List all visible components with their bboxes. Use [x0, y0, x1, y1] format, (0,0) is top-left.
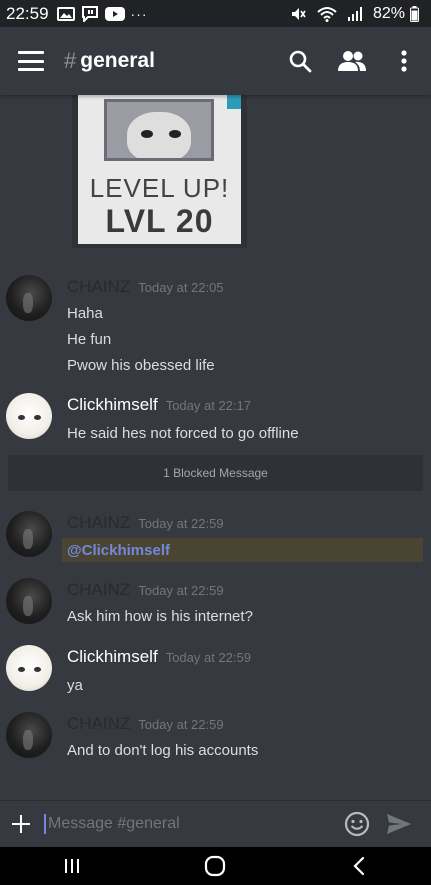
avatar[interactable] — [6, 578, 52, 624]
message-input-bar — [0, 800, 431, 847]
add-attachment-icon[interactable] — [10, 813, 32, 835]
message-text: He said hes not forced to go offline — [67, 425, 299, 442]
menu-icon[interactable] — [18, 51, 44, 71]
home-icon[interactable] — [195, 851, 235, 881]
status-bar: 22:59 ··· 82% — [0, 0, 431, 27]
avatar[interactable] — [6, 393, 52, 439]
message-text: Pwow his obessed life — [67, 357, 215, 374]
hash-icon: # — [64, 48, 77, 73]
system-nav-bar — [0, 847, 431, 885]
send-icon[interactable] — [384, 809, 414, 839]
author-name[interactable]: Clickhimself — [67, 647, 158, 667]
blocked-message-bar[interactable]: 1 Blocked Message — [8, 455, 423, 491]
message-input-wrapper[interactable] — [44, 809, 334, 839]
youtube-icon — [104, 6, 125, 21]
message-text: Haha — [67, 305, 103, 322]
avatar[interactable] — [6, 645, 52, 691]
message-list[interactable]: LEVEL UP! LVL 20 CHAINZ Today at 22:05 H… — [0, 95, 431, 800]
timestamp: Today at 22:05 — [138, 280, 224, 295]
avatar[interactable] — [6, 511, 52, 557]
app-bar: # general — [0, 27, 431, 95]
search-icon[interactable] — [285, 46, 315, 76]
level-number-text: LVL 20 — [105, 203, 214, 239]
author-name[interactable]: CHAINZ — [67, 714, 130, 734]
battery-level: 82% — [372, 4, 405, 22]
avatar[interactable] — [6, 275, 52, 321]
channel-name: general — [80, 49, 155, 72]
battery-icon — [410, 5, 419, 22]
more-vert-icon[interactable] — [389, 46, 419, 76]
author-name[interactable]: CHAINZ — [67, 277, 130, 297]
user-mention[interactable]: @Clickhimself — [67, 542, 170, 559]
timestamp: Today at 22:59 — [165, 650, 251, 665]
avatar[interactable] — [6, 712, 52, 758]
back-icon[interactable] — [339, 851, 379, 881]
timestamp: Today at 22:59 — [138, 717, 224, 732]
author-name[interactable]: CHAINZ — [67, 513, 130, 533]
blocked-message-label: 1 Blocked Message — [163, 466, 268, 480]
emoji-icon[interactable] — [342, 809, 372, 839]
message-text: ya — [67, 677, 83, 694]
author-name[interactable]: CHAINZ — [67, 580, 130, 600]
cat-picture — [104, 99, 214, 161]
text-caret — [44, 814, 46, 834]
message-text: He fun — [67, 331, 112, 348]
message-text: And to don't log his accounts — [67, 742, 259, 759]
mute-icon — [290, 6, 306, 22]
recent-apps-icon[interactable] — [52, 851, 92, 881]
image-icon — [56, 6, 75, 21]
timestamp: Today at 22:59 — [138, 583, 224, 598]
timestamp: Today at 22:17 — [165, 398, 251, 413]
wifi-icon — [317, 6, 337, 22]
level-up-image[interactable]: LEVEL UP! LVL 20 — [72, 95, 247, 248]
channel-title: # general — [64, 48, 155, 74]
status-time: 22:59 — [6, 3, 49, 23]
message-text: Ask him how is his internet? — [67, 608, 253, 625]
signal-icon — [347, 6, 362, 21]
timestamp: Today at 22:59 — [138, 516, 224, 531]
level-up-text: LEVEL UP! — [89, 173, 230, 203]
members-icon[interactable] — [337, 46, 367, 76]
author-name[interactable]: Clickhimself — [67, 395, 158, 415]
more-dots-icon: ··· — [130, 5, 148, 22]
message-input[interactable] — [48, 815, 328, 833]
level-up-card: LEVEL UP! LVL 20 — [78, 95, 241, 244]
message-icon — [81, 5, 99, 22]
